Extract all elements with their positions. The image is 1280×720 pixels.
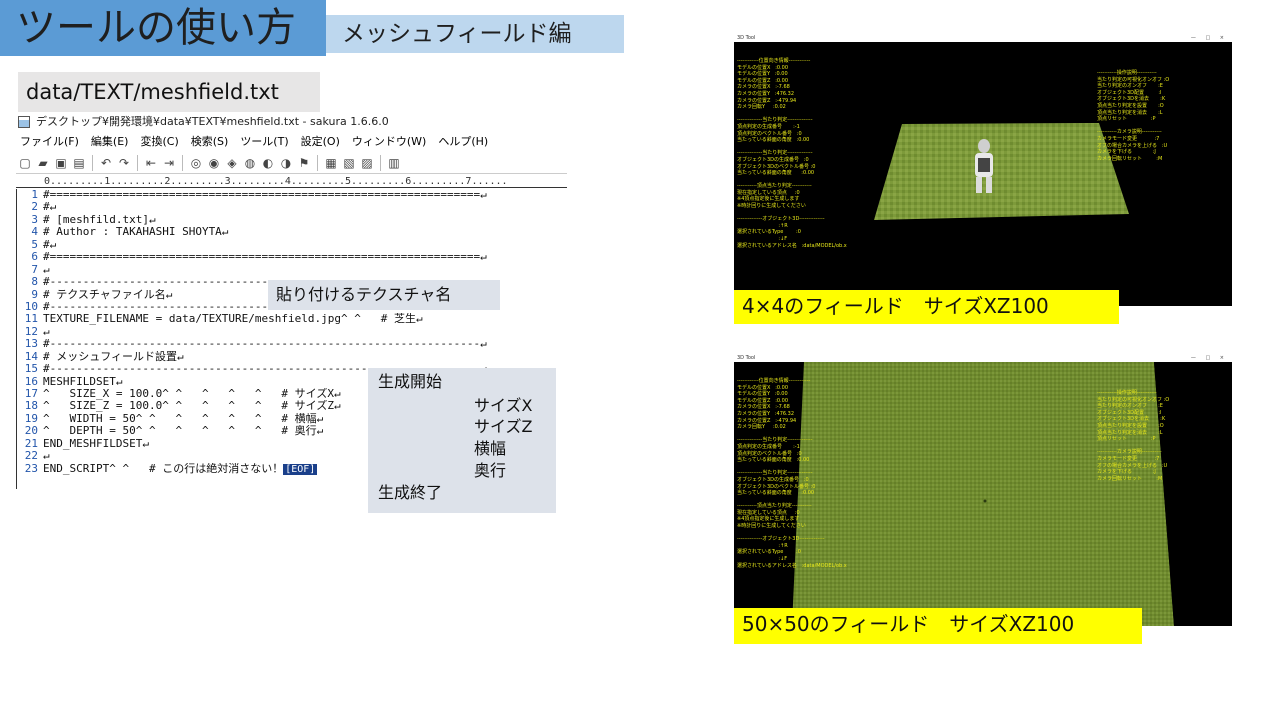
hud-right-panel: -----------操作説明----------- 当たり判定の可視化オンオフ… (1097, 390, 1170, 482)
save-all-icon[interactable]: ▤ (72, 156, 86, 170)
toolbar-separator (92, 154, 93, 171)
game-window-50x50: 3D Tool — □ × ------------位置向き情報--------… (734, 354, 1232, 626)
line-number-gutter: 1 2 3 4 5 6 7 8 9 10 11 12 13 14 15 16 1… (17, 188, 41, 489)
code-line: #---------------------------------------… (43, 338, 487, 351)
toolbar-separator (137, 154, 138, 171)
editor-titlebar: デスクトップ¥開発環境¥data¥TEXT¥meshfield.txt - sa… (16, 112, 567, 132)
search-next-icon[interactable]: ◉ (207, 156, 221, 170)
menu-tools[interactable]: ツール(T) (240, 132, 288, 152)
compare-icon[interactable]: ⚑ (297, 156, 311, 170)
slide-title: ツールの使い方 (0, 0, 326, 56)
caption-50x50: 50×50のフィールド サイズXZ100 (734, 608, 1142, 644)
editor-window-title: デスクトップ¥開発環境¥data¥TEXT¥meshfield.txt - sa… (36, 115, 389, 128)
outline-icon[interactable]: ▦ (324, 156, 338, 170)
editor-app-icon (18, 116, 30, 128)
settings-icon[interactable]: ▨ (360, 156, 374, 170)
line-number: 18 (24, 399, 38, 413)
eof-marker: [EOF] (283, 463, 318, 475)
line-number: 6 (31, 250, 38, 264)
bookmark-icon[interactable]: ◐ (261, 156, 275, 170)
code-line: TEXTURE_FILENAME = data/TEXTURE/meshfiel… (43, 313, 423, 326)
hud-right-panel: -----------操作説明----------- 当たり判定の可視化オンオフ… (1097, 70, 1170, 162)
jump-icon[interactable]: ◑ (279, 156, 293, 170)
player-marker (983, 499, 987, 503)
replace-icon[interactable]: ◍ (243, 156, 257, 170)
editor-toolbar: ▢ ▰ ▣ ▤ ↶ ↷ ⇤ ⇥ ◎ ◉ ◈ ◍ ◐ ◑ ⚑ ▦ ▧ ▨ ▥ (16, 152, 567, 174)
texture-name-note: 貼り付けるテクスチャ名 (268, 280, 500, 310)
code-line: # メッシュフィールド設置↵ (43, 350, 184, 363)
code-line: #=======================================… (43, 189, 487, 201)
menu-edit[interactable]: 編集(E) (91, 132, 129, 152)
line-number: 8 (31, 275, 38, 289)
hud-left-panel: ------------位置向き情報------------ モデルの位置X :… (737, 378, 847, 569)
depth-note: 奥行 (474, 461, 507, 480)
line-number: 11 (24, 312, 38, 326)
code-line: #↵ (43, 201, 57, 214)
line-number: 4 (31, 225, 38, 239)
menu-window[interactable]: ウィンドウ(W) (352, 132, 426, 152)
code-line: ↵ (43, 263, 50, 276)
code-line: ↵ (43, 325, 50, 338)
editor-menubar: ファイル(F) 編集(E) 変換(C) 検索(S) ツール(T) 設定(O) ウ… (16, 132, 567, 152)
code-line: #=======================================… (43, 251, 487, 264)
code-line: #↵ (43, 238, 57, 251)
code-line: # Author : TAKAHASHI SHOYTA↵ (43, 226, 229, 239)
file-path-label: data/TEXT/meshfield.txt (18, 72, 320, 112)
save-icon[interactable]: ▣ (54, 156, 68, 170)
last-code-line-text: END_SCRIPT^ ^ # この行は絶対消さない！ (43, 462, 284, 475)
line-number: 15 (24, 362, 38, 376)
toolbar-separator (380, 154, 381, 171)
line-number: 13 (24, 337, 38, 351)
menu-help[interactable]: ヘルプ(H) (438, 132, 488, 152)
game-window-4x4: 3D Tool — □ × ------------位置向き情報--------… (734, 34, 1232, 306)
gen-start-note: 生成開始 (378, 372, 443, 391)
code-line: # [meshfild.txt]↵ (43, 213, 156, 226)
window-list-icon[interactable]: ▥ (387, 156, 401, 170)
hud-left-panel: ------------位置向き情報------------ モデルの位置X :… (737, 58, 847, 249)
line-number: 23 (24, 461, 38, 475)
toolbar-separator (182, 154, 183, 171)
generation-notes: 生成開始 サイズX サイズZ 横幅 奥行 生成終了 (368, 368, 556, 513)
size-z-note: サイズZ (474, 417, 533, 436)
menu-search[interactable]: 検索(S) (191, 132, 229, 152)
line-number: 2 (31, 200, 38, 214)
back-icon[interactable]: ⇤ (144, 156, 158, 170)
menu-settings[interactable]: 設定(O) (301, 132, 340, 152)
width-note: 横幅 (474, 439, 507, 458)
editor-ruler: 0.........1.........2.........3.........… (16, 176, 567, 188)
menu-file[interactable]: ファイル(F) (20, 132, 79, 152)
menu-convert[interactable]: 変換(C) (140, 132, 178, 152)
mesh-field-4x4 (874, 123, 1129, 220)
grep-icon[interactable]: ◈ (225, 156, 239, 170)
slide-subtitle: メッシュフィールド編 (326, 15, 624, 53)
line-number: 22 (24, 449, 38, 463)
redo-icon[interactable]: ↷ (117, 156, 131, 170)
new-file-icon[interactable]: ▢ (18, 156, 32, 170)
toolbar-separator (317, 154, 318, 171)
forward-icon[interactable]: ⇥ (162, 156, 176, 170)
line-number: 20 (24, 424, 38, 438)
gen-end-note: 生成終了 (378, 483, 443, 502)
search-icon[interactable]: ◎ (189, 156, 203, 170)
undo-icon[interactable]: ↶ (99, 156, 113, 170)
open-folder-icon[interactable]: ▰ (36, 156, 50, 170)
caption-4x4: 4×4のフィールド サイズXZ100 (734, 290, 1119, 324)
format-icon[interactable]: ▧ (342, 156, 356, 170)
size-x-note: サイズX (474, 396, 533, 415)
